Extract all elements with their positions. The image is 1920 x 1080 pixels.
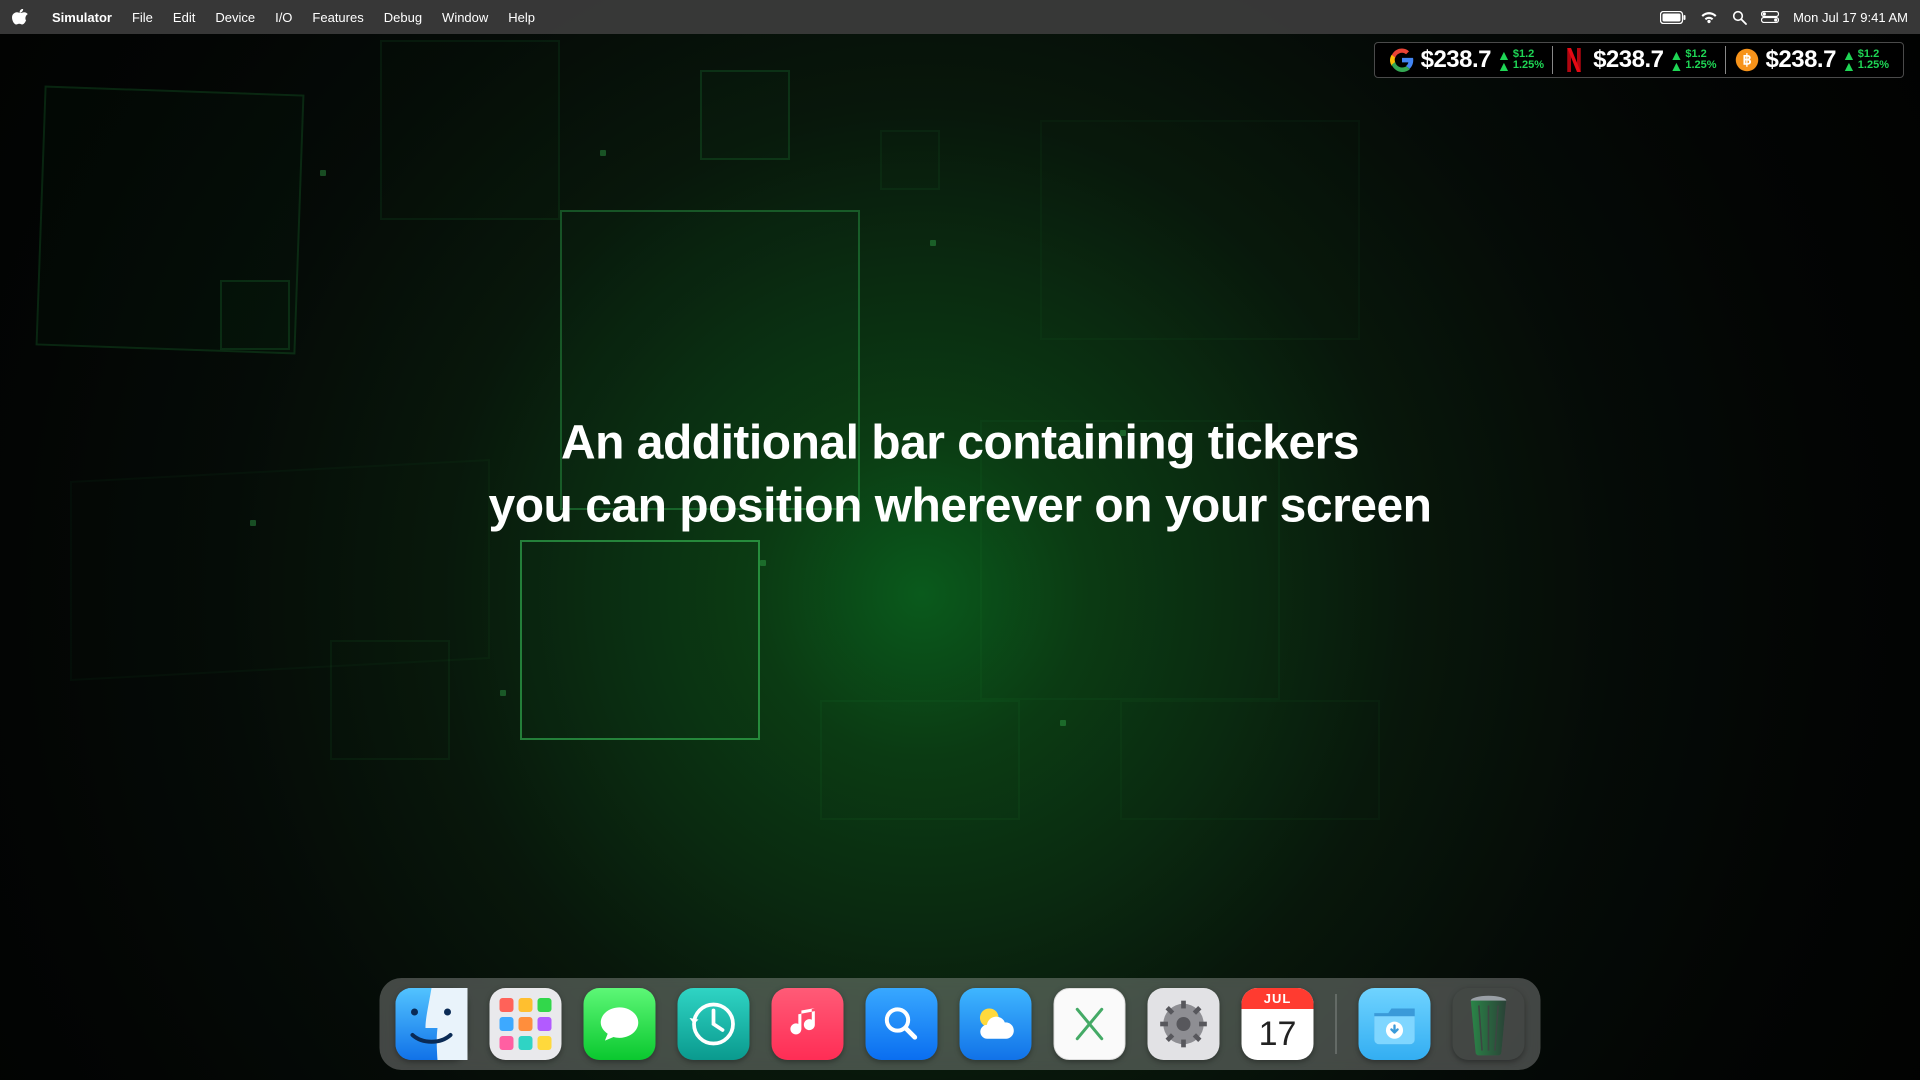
ticker-price: $238.7	[1421, 46, 1491, 74]
dock-trash[interactable]	[1453, 988, 1525, 1060]
ticker-bar[interactable]: $238.7 ▲$1.2 ▲1.25% $238.7 ▲$1.2 ▲1.25% …	[1374, 42, 1904, 78]
finder-icon	[396, 988, 468, 1060]
up-arrow-icon: ▲	[1497, 61, 1511, 71]
control-center-icon[interactable]	[1761, 11, 1779, 23]
dock-x[interactable]	[1054, 988, 1126, 1060]
menu-help[interactable]: Help	[498, 10, 545, 25]
dock-messages[interactable]	[584, 988, 656, 1060]
magnifier-icon	[878, 1000, 926, 1048]
menu-features[interactable]: Features	[302, 10, 373, 25]
calendar-day: 17	[1259, 1009, 1297, 1060]
dock-music[interactable]	[772, 988, 844, 1060]
ticker-change: ▲$1.2 ▲1.25%	[1669, 49, 1716, 71]
dock-finder[interactable]	[396, 988, 468, 1060]
menubar-datetime[interactable]: Mon Jul 17 9:41 AM	[1793, 10, 1908, 25]
ticker-bitcoin[interactable]: ฿ $238.7 ▲$1.2 ▲1.25%	[1725, 46, 1897, 74]
timemachine-icon	[687, 997, 741, 1051]
dock-spotlight[interactable]	[866, 988, 938, 1060]
menu-window[interactable]: Window	[432, 10, 498, 25]
gear-icon	[1156, 996, 1212, 1052]
menu-io[interactable]: I/O	[265, 10, 302, 25]
ticker-price: $238.7	[1593, 46, 1663, 74]
music-icon	[786, 1002, 830, 1046]
hero-line1: An additional bar containing tickers	[96, 413, 1824, 475]
messages-icon	[595, 999, 645, 1049]
dock: JUL 17	[380, 978, 1541, 1070]
menu-edit[interactable]: Edit	[163, 10, 205, 25]
menu-device[interactable]: Device	[205, 10, 265, 25]
wallpaper	[0, 0, 1920, 1080]
ticker-change: ▲$1.2 ▲1.25%	[1842, 49, 1889, 71]
search-icon[interactable]	[1732, 10, 1747, 25]
svg-text:฿: ฿	[1742, 53, 1751, 69]
dock-separator	[1336, 994, 1337, 1054]
up-arrow-icon: ▲	[1669, 61, 1683, 71]
dock-downloads[interactable]	[1359, 988, 1431, 1060]
netflix-icon	[1561, 47, 1587, 73]
apple-menu[interactable]	[12, 9, 28, 25]
apple-icon	[12, 9, 28, 25]
x-icon	[1068, 1002, 1112, 1046]
google-icon	[1389, 47, 1415, 73]
ticker-price: $238.7	[1766, 46, 1836, 74]
dock-launchpad[interactable]	[490, 988, 562, 1060]
dock-weather[interactable]	[960, 988, 1032, 1060]
launchpad-icon	[500, 998, 552, 1050]
ticker-netflix[interactable]: $238.7 ▲$1.2 ▲1.25%	[1552, 46, 1724, 74]
dock-calendar[interactable]: JUL 17	[1242, 988, 1314, 1060]
battery-icon[interactable]	[1660, 11, 1686, 24]
weather-icon	[968, 996, 1024, 1052]
dock-settings[interactable]	[1148, 988, 1220, 1060]
ticker-change: ▲$1.2 ▲1.25%	[1497, 49, 1544, 71]
menu-file[interactable]: File	[122, 10, 163, 25]
menu-app-name[interactable]: Simulator	[42, 10, 122, 25]
menubar: Simulator File Edit Device I/O Features …	[0, 0, 1920, 34]
wifi-icon[interactable]	[1700, 10, 1718, 24]
up-arrow-icon: ▲	[1842, 61, 1856, 71]
dock-timemachine[interactable]	[678, 988, 750, 1060]
hero-text: An additional bar containing tickers you…	[96, 413, 1824, 538]
menu-debug[interactable]: Debug	[374, 10, 432, 25]
downloads-icon	[1367, 996, 1423, 1052]
trash-icon	[1460, 990, 1518, 1058]
ticker-google[interactable]: $238.7 ▲$1.2 ▲1.25%	[1381, 46, 1552, 74]
hero-line2: you can position wherever on your screen	[96, 475, 1824, 537]
bitcoin-icon: ฿	[1734, 47, 1760, 73]
calendar-month: JUL	[1242, 988, 1314, 1009]
